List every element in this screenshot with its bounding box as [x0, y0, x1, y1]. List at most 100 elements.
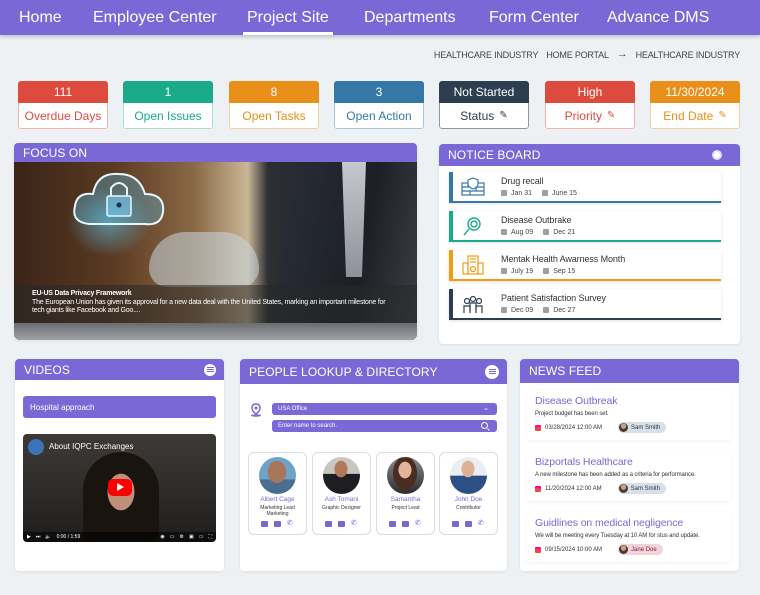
video-category-select[interactable]: Hospital approach [23, 396, 216, 418]
phone-icon[interactable]: ✆ [287, 520, 294, 527]
person-name[interactable]: Samantha [377, 496, 434, 503]
chat-icon[interactable] [452, 521, 459, 527]
people-group-icon [463, 295, 483, 313]
chat-icon[interactable] [261, 521, 268, 527]
nav-project-site[interactable]: Project Site [243, 0, 333, 35]
menu-icon[interactable] [204, 363, 216, 376]
news-item[interactable]: Guidlines on medical negligence We will … [527, 512, 731, 562]
nav-departments[interactable]: Departments [364, 0, 456, 35]
news-feed-panel: NEWS FEED Disease Outbreak Project budge… [520, 359, 739, 571]
news-date: 09/15/2024 10:00 AM [545, 546, 603, 553]
search-icon[interactable] [481, 422, 488, 429]
edit-icon[interactable]: ✎ [607, 110, 615, 121]
panel-title: FOCUS ON [23, 145, 88, 160]
hospital-building-icon [462, 255, 484, 275]
kpi-value: 111 [18, 81, 108, 103]
office-select-value: USA Office [278, 406, 308, 412]
fullscreen-icon[interactable]: ⛶ [208, 534, 212, 540]
mail-icon[interactable] [465, 521, 472, 527]
person-card[interactable]: Samantha Project Lead ✆ [376, 452, 435, 535]
kpi-label[interactable]: End Date ✎ [650, 103, 740, 129]
news-item[interactable]: Disease Outbreak Project budget has been… [527, 390, 731, 440]
panel-header: VIDEOS [15, 359, 224, 380]
breadcrumb: HEALTHCARE INDUSTRY HOME PORTAL → HEALTH… [434, 48, 740, 60]
person-card[interactable]: John Doe Contributor ✆ [439, 452, 498, 535]
notice-item[interactable]: Mentak Health Awarness Month July 19 Sep… [449, 250, 721, 281]
author-name: Sam Smith [630, 485, 660, 492]
news-meta: 03/28/2024 12:00 AM Sam Smith [535, 422, 667, 433]
location-pin-icon [251, 403, 261, 417]
kpi-label[interactable]: Status ✎ [439, 103, 529, 129]
nav-advance-dms[interactable]: Advance DMS [607, 0, 709, 35]
miniplayer-icon[interactable]: ▣ [189, 534, 194, 540]
mail-icon[interactable] [274, 521, 281, 527]
menu-icon[interactable] [485, 364, 499, 379]
phone-icon[interactable]: ✆ [415, 520, 422, 527]
mail-icon[interactable] [402, 521, 409, 527]
person-card[interactable]: Albert Cage Marketing Lead Marketing ✆ [248, 452, 307, 535]
notice-title: Mentak Health Awarness Month [501, 254, 626, 264]
nav-form-center[interactable]: Form Center [489, 0, 579, 35]
volume-icon[interactable]: 🔈 [45, 534, 51, 540]
phone-icon[interactable]: ✆ [351, 520, 358, 527]
theater-icon[interactable]: ▭ [199, 534, 204, 540]
kpi-end-date: 11/30/2024 End Date ✎ [650, 81, 740, 129]
play-button-icon[interactable] [108, 479, 132, 496]
notice-item[interactable]: Patient Satisfaction Survey Dec 09 Dec 2… [449, 289, 721, 320]
notice-item[interactable]: Disease Outbrake Aug 09 Dec 21 [449, 211, 721, 242]
author-name: Jane Doe [631, 546, 657, 553]
settings-icon[interactable]: ⚙ [180, 534, 184, 540]
video-title[interactable]: About IQPC Exchanges [49, 442, 134, 451]
news-title[interactable]: Bizportals Healthcare [535, 456, 633, 468]
news-date: 03/28/2024 12:00 AM [545, 424, 603, 431]
nav-home[interactable]: Home [19, 0, 62, 35]
calendar-icon [501, 190, 507, 196]
kpi-label: Open Issues [123, 103, 213, 129]
office-select[interactable]: USA Office ⌄ [272, 403, 497, 415]
person-name[interactable]: Albert Cage [249, 496, 306, 503]
author-chip[interactable]: Sam Smith [618, 422, 667, 433]
person-name[interactable]: Ash Tomani [313, 496, 370, 503]
calendar-icon [543, 268, 550, 274]
video-player[interactable]: About IQPC Exchanges ▶ ⏭ 🔈 0:00 / 1:59 ◉… [23, 434, 216, 542]
phone-icon[interactable]: ✆ [478, 520, 485, 527]
news-description: We will be meeting every Tuesday at 10 A… [535, 533, 700, 539]
chat-icon[interactable] [389, 521, 396, 527]
news-title[interactable]: Disease Outbreak [535, 395, 618, 407]
author-chip[interactable]: Jane Doe [618, 544, 663, 555]
news-item[interactable]: Bizportals Healthcare A new milestone ha… [527, 451, 731, 501]
captions-icon[interactable]: ▭ [170, 534, 175, 540]
notice-end-date: June 15 [552, 190, 577, 197]
kpi-value: 11/30/2024 [650, 81, 740, 103]
person-role: Graphic Designer [322, 505, 361, 511]
focus-caption-title: EU-US Data Privacy Framework [32, 290, 132, 297]
panel-title: NOTICE BOARD [448, 148, 541, 162]
play-icon[interactable]: ▶ [27, 534, 31, 540]
nav-employee-center[interactable]: Employee Center [93, 0, 217, 35]
channel-logo[interactable] [28, 439, 44, 455]
person-card[interactable]: Ash Tomani Graphic Designer ✆ [312, 452, 371, 535]
autoplay-icon[interactable]: ◉ [160, 534, 164, 540]
author-chip[interactable]: Sam Smith [617, 483, 666, 494]
video-thumbnail [83, 452, 159, 542]
mail-icon[interactable] [338, 521, 345, 527]
focus-caption[interactable]: EU-US Data Privacy Framework The Europea… [14, 285, 417, 323]
edit-icon[interactable]: ✎ [718, 110, 726, 121]
focus-image[interactable]: EU-US Data Privacy Framework The Europea… [14, 162, 417, 340]
notice-start-date: Dec 09 [511, 307, 534, 314]
avatar [387, 457, 424, 494]
person-actions: ✆ [377, 520, 434, 527]
person-name[interactable]: John Doe [440, 496, 497, 503]
video-controls: ▶ ⏭ 🔈 0:00 / 1:59 ◉ ▭ ⚙ ▣ ▭ ⛶ [23, 532, 216, 542]
calendar-icon [543, 307, 550, 313]
kpi-priority-label: Priority [564, 108, 602, 123]
name-search-input[interactable]: Enter name to search. [272, 420, 497, 432]
next-icon[interactable]: ⏭ [36, 534, 41, 540]
notice-item[interactable]: Drug recall Jan 31 June 15 [449, 172, 721, 203]
news-title[interactable]: Guidlines on medical negligence [535, 517, 683, 529]
options-icon[interactable] [712, 150, 722, 160]
breadcrumb-home-link[interactable]: HOME PORTAL [546, 50, 609, 60]
chat-icon[interactable] [325, 521, 332, 527]
edit-icon[interactable]: ✎ [499, 110, 507, 121]
kpi-label[interactable]: Priority ✎ [545, 103, 635, 129]
